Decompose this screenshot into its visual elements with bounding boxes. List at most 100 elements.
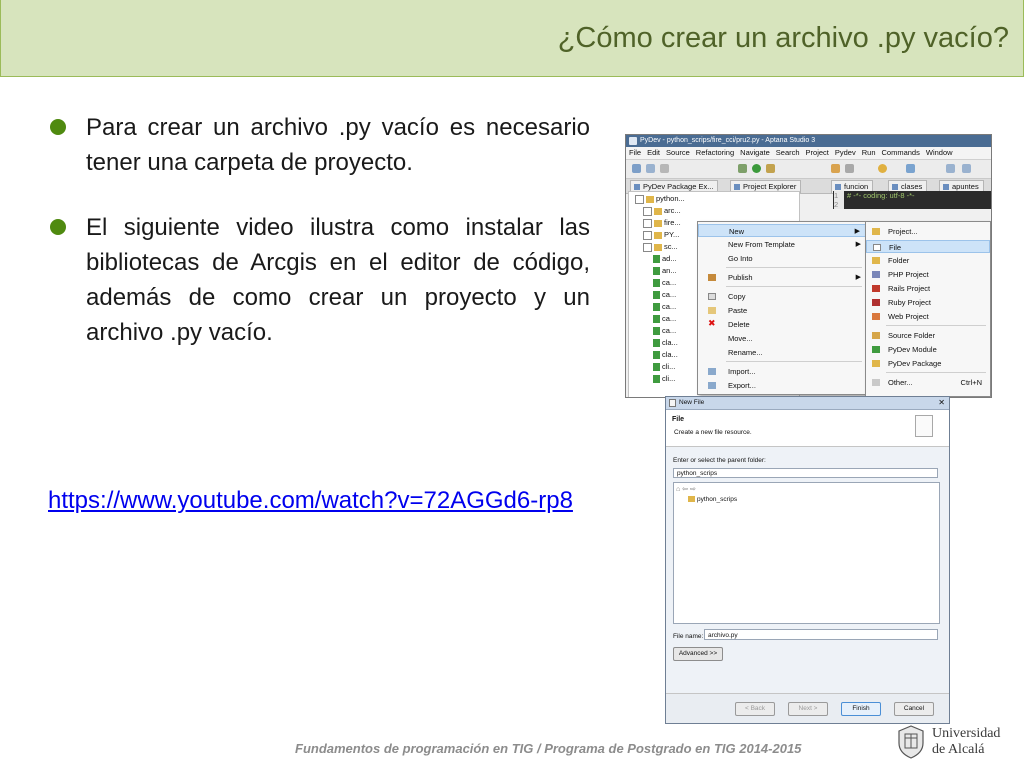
tree-label: cla... — [662, 350, 678, 359]
tree-item[interactable]: cla... — [653, 349, 678, 360]
menu-file[interactable]: File — [626, 148, 644, 157]
finish-button[interactable]: Finish — [841, 702, 881, 716]
tree-item[interactable]: cli... — [653, 361, 675, 372]
next-button[interactable]: Next > — [788, 702, 828, 716]
menu-source[interactable]: Source — [663, 148, 693, 157]
back-icon[interactable] — [946, 164, 955, 173]
menu-item-export[interactable]: Export... — [698, 379, 866, 392]
tree-item[interactable]: arc... — [643, 205, 681, 216]
expand-icon[interactable] — [643, 242, 652, 252]
menu-item-publish[interactable]: Publish ▶ — [698, 271, 866, 284]
menu-item-paste[interactable]: Paste — [698, 304, 866, 317]
save-icon[interactable] — [646, 164, 655, 173]
ide-titlebar: PyDev - python_scrips/fire_cci/pru2.py -… — [626, 135, 991, 147]
menu-item-delete[interactable]: ✖ Delete — [698, 318, 866, 331]
debug-icon[interactable] — [738, 164, 747, 173]
submenu-item-file[interactable]: File — [866, 240, 990, 253]
other-icon — [872, 379, 880, 386]
file-name-input[interactable]: archivo.py — [704, 629, 938, 640]
menu-item-rename[interactable]: Rename... — [698, 346, 866, 359]
source-folder-icon — [872, 332, 880, 339]
submenu-item-php-project[interactable]: PHP Project — [866, 268, 990, 281]
tree-item[interactable]: PY... — [643, 229, 679, 240]
menu-item-go-into[interactable]: Go Into — [698, 252, 866, 265]
code-editor[interactable]: 1 2 # -*- coding: utf-8 -*- — [833, 191, 991, 209]
search-icon[interactable] — [845, 164, 854, 173]
tree-item[interactable]: cla... — [653, 337, 678, 348]
menu-item-new[interactable]: New ▶ — [698, 224, 866, 237]
run-icon[interactable] — [752, 164, 761, 173]
tree-item[interactable]: an... — [653, 265, 677, 276]
menu-refactoring[interactable]: Refactoring — [693, 148, 737, 157]
parent-folder-input[interactable]: python_scrips — [673, 468, 938, 478]
menu-edit[interactable]: Edit — [644, 148, 663, 157]
tree-item[interactable]: ad... — [653, 253, 677, 264]
submenu-item-other[interactable]: Other... Ctrl+N — [866, 376, 990, 389]
tree-label: ca... — [662, 314, 677, 323]
tree-nav-icons[interactable]: ⌂ ⇦ ⇨ — [676, 485, 716, 494]
back-button[interactable]: < Back — [735, 702, 775, 716]
menu-commands[interactable]: Commands — [879, 148, 923, 157]
tree-item[interactable]: ca... — [653, 277, 676, 288]
palette-icon[interactable] — [878, 164, 887, 173]
tree-label: cli... — [662, 362, 676, 371]
expand-icon[interactable] — [643, 218, 652, 228]
forward-icon[interactable] — [962, 164, 971, 173]
dialog-header: File Create a new file resource. — [666, 410, 949, 447]
submenu-item-rails-project[interactable]: Rails Project — [866, 282, 990, 295]
tree-label: cli... — [662, 374, 676, 383]
tree-item[interactable]: ca... — [653, 289, 676, 300]
dialog-footer: < Back Next > Finish Cancel — [666, 693, 949, 723]
cancel-button[interactable]: Cancel — [894, 702, 934, 716]
tree-item[interactable]: ca... — [653, 313, 676, 324]
menu-separator — [726, 267, 862, 268]
video-link[interactable]: https://www.youtube.com/watch?v=72AGGd6-… — [48, 484, 598, 518]
submenu-item-pydev-module[interactable]: PyDev Module — [866, 343, 990, 356]
tree-item[interactable]: python... — [635, 193, 685, 204]
dialog-heading: File — [672, 416, 685, 423]
python-file-icon — [892, 184, 898, 190]
print-icon[interactable] — [660, 164, 669, 173]
tree-item[interactable]: ca... — [653, 325, 676, 336]
menu-window[interactable]: Window — [923, 148, 956, 157]
python-file-icon — [653, 351, 660, 360]
menu-item-label: Project... — [888, 227, 918, 236]
menu-run[interactable]: Run — [859, 148, 879, 157]
menu-navigate[interactable]: Navigate — [737, 148, 773, 157]
menu-separator — [726, 286, 862, 287]
folder-icon[interactable] — [831, 164, 840, 173]
folder-tree-node[interactable]: python_scrips — [688, 496, 737, 503]
nav-icon[interactable] — [906, 164, 915, 173]
python-file-icon — [653, 255, 660, 264]
collapse-icon[interactable] — [635, 194, 644, 204]
pydev-package-icon — [872, 360, 880, 367]
menu-item-copy[interactable]: Copy — [698, 290, 866, 303]
expand-icon[interactable] — [643, 206, 652, 216]
new-icon[interactable] — [632, 164, 641, 173]
submenu-item-ruby-project[interactable]: Ruby Project — [866, 296, 990, 309]
folder-tree: ⌂ ⇦ ⇨ python_scrips — [673, 482, 940, 624]
tools-icon[interactable] — [766, 164, 775, 173]
submenu-item-source-folder[interactable]: Source Folder — [866, 329, 990, 342]
expand-icon[interactable] — [643, 230, 652, 240]
menu-item-label: Web Project — [888, 312, 929, 321]
tree-item[interactable]: cli... — [653, 373, 675, 384]
close-icon[interactable]: ✕ — [938, 397, 945, 409]
submenu-item-web-project[interactable]: Web Project — [866, 310, 990, 323]
menu-item-new-from-template[interactable]: New From Template ▶ — [698, 238, 866, 251]
menu-item-label: Go Into — [728, 254, 753, 263]
submenu-item-project[interactable]: Project... — [866, 225, 990, 238]
advanced-button[interactable]: Advanced >> — [673, 647, 723, 661]
tree-item[interactable]: fire... — [643, 217, 681, 228]
menu-pydev[interactable]: Pydev — [832, 148, 859, 157]
submenu-item-pydev-package[interactable]: PyDev Package — [866, 357, 990, 370]
menu-item-import[interactable]: Import... — [698, 365, 866, 378]
menu-project[interactable]: Project — [803, 148, 832, 157]
submenu-item-folder[interactable]: Folder — [866, 254, 990, 267]
menu-search[interactable]: Search — [773, 148, 803, 157]
tree-item[interactable]: ca... — [653, 301, 676, 312]
code-line: # -*- coding: utf-8 -*- — [847, 191, 915, 200]
menu-item-label: Publish — [728, 273, 753, 282]
tree-item[interactable]: sc... — [643, 241, 678, 252]
menu-item-move[interactable]: Move... — [698, 332, 866, 345]
